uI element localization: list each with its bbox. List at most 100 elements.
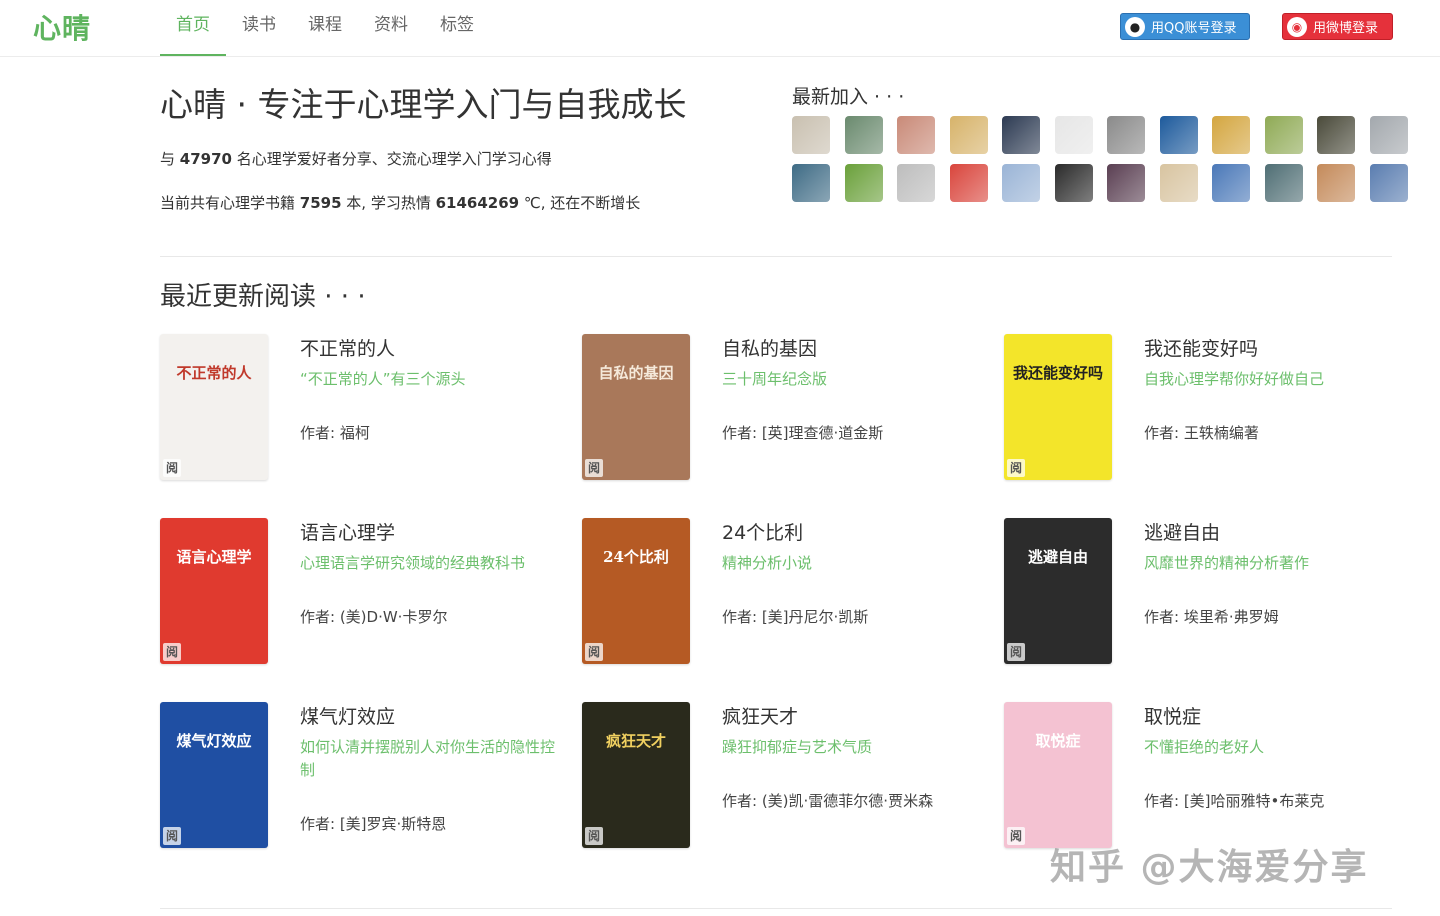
cover-title: 自私的基因 [598, 364, 674, 382]
member-avatar[interactable] [792, 116, 830, 154]
members-count: 47970 [179, 150, 232, 168]
cover-title: 我还能变好吗 [1012, 364, 1103, 382]
read-tag: 阅 [163, 827, 181, 845]
member-avatar[interactable] [1212, 164, 1250, 202]
divider [160, 256, 1392, 257]
recent-members-title: 最新加入 · · · [792, 86, 905, 108]
book-cover[interactable]: 24个比利阅 [582, 518, 690, 664]
book-cover[interactable]: 逃避自由阅 [1004, 518, 1112, 664]
book-card: 自私的基因阅自私的基因 三十周年纪念版 作者: [英]理查德·道金斯 [582, 334, 982, 494]
read-tag: 阅 [585, 643, 603, 661]
book-subtitle: 三十周年纪念版 [722, 370, 828, 388]
member-avatar[interactable] [897, 164, 935, 202]
member-avatar[interactable] [1369, 164, 1408, 202]
book-title[interactable]: 语言心理学 [300, 518, 395, 545]
book-subtitle: 风靡世界的精神分析著作 [1144, 554, 1310, 572]
members-stat: 与 47970 名心理学爱好者分享、交流心理学入门学习心得 [160, 148, 552, 169]
weibo-login-button[interactable]: ◉ 用微博登录 [1282, 13, 1393, 40]
book-subtitle: 不懂拒绝的老好人 [1144, 738, 1265, 756]
member-avatar[interactable] [792, 164, 830, 202]
book-title[interactable]: 取悦症 [1144, 702, 1201, 729]
site-logo[interactable]: 心晴 [33, 7, 91, 47]
book-card: 语言心理学阅语言心理学 心理语言学研究领域的经典教科书 作者: (美)D·W·卡罗尔 [160, 518, 560, 678]
watermark: 知乎 @大海爱分享 [1050, 847, 1369, 888]
cover-title: 煤气灯效应 [176, 732, 252, 750]
book-title[interactable]: 疯狂天才 [722, 702, 798, 729]
book-title[interactable]: 逃避自由 [1144, 518, 1220, 545]
member-avatar[interactable] [1054, 116, 1093, 154]
book-subtitle: “不正常的人”有三个源头 [300, 370, 466, 388]
member-avatar[interactable] [1317, 164, 1355, 202]
book-card: 逃避自由阅逃避自由 风靡世界的精神分析著作 作者: 埃里希·弗罗姆 [1004, 518, 1404, 678]
weibo-eye-icon: ◉ [1287, 16, 1307, 37]
member-avatar[interactable] [1002, 164, 1040, 202]
nav-courses[interactable]: 课程 [292, 0, 358, 54]
member-avatar[interactable] [897, 116, 935, 154]
nav-reading[interactable]: 读书 [226, 0, 292, 54]
book-cover[interactable]: 不正常的人阅 [160, 334, 268, 480]
books-mid: 本, 学习热情 [341, 194, 436, 212]
nav-tags[interactable]: 标签 [424, 0, 490, 54]
member-avatar[interactable] [1159, 164, 1198, 202]
book-author: 作者: [英]理查德·道金斯 [722, 424, 884, 442]
book-title[interactable]: 24个比利 [722, 518, 803, 545]
cover-title: 语言心理学 [176, 548, 252, 566]
page-title: 心晴 · 专注于心理学入门与自我成长 [160, 85, 687, 124]
book-cover[interactable]: 煤气灯效应阅 [160, 702, 268, 848]
member-avatar[interactable] [1107, 116, 1145, 154]
book-subtitle: 精神分析小说 [722, 554, 813, 572]
read-tag: 阅 [1007, 459, 1025, 477]
cover-title: 24个比利 [603, 548, 669, 566]
member-avatar[interactable] [1159, 116, 1198, 154]
book-cover[interactable]: 取悦症阅 [1004, 702, 1112, 848]
books-prefix: 当前共有心理学书籍 [160, 194, 300, 212]
members-prefix: 与 [160, 150, 180, 168]
read-tag: 阅 [163, 643, 181, 661]
book-author: 作者: 福柯 [300, 424, 370, 442]
member-avatar[interactable] [1002, 116, 1040, 154]
books-count: 7595 [299, 194, 342, 212]
member-avatar[interactable] [1054, 164, 1093, 202]
book-card: 24个比利阅 24个比利 精神分析小说 作者: [美]丹尼尔·凯斯 [582, 518, 982, 678]
book-title[interactable]: 我还能变好吗 [1144, 334, 1258, 361]
cover-title: 取悦症 [1035, 732, 1081, 750]
cover-title: 疯狂天才 [605, 732, 666, 750]
book-author: 作者: 王轶楠编著 [1144, 424, 1259, 442]
book-subtitle: 躁狂抑郁症与艺术气质 [722, 738, 873, 756]
book-author: 作者: (美)D·W·卡罗尔 [300, 608, 448, 626]
member-avatar[interactable] [1264, 116, 1303, 154]
member-avatar[interactable] [1264, 164, 1303, 202]
main-nav: 首页 读书 课程 资料 标签 [160, 0, 490, 56]
book-cover[interactable]: 自私的基因阅 [582, 334, 690, 480]
member-avatar[interactable] [949, 164, 988, 202]
read-tag: 阅 [585, 827, 603, 845]
member-avatar[interactable] [1369, 116, 1408, 154]
book-title[interactable]: 煤气灯效应 [300, 702, 395, 729]
penguin-icon: ● [1125, 16, 1145, 37]
cover-title: 逃避自由 [1027, 548, 1088, 566]
book-card: 我还能变好吗阅我还能变好吗 自我心理学帮你好好做自己 作者: 王轶楠编著 [1004, 334, 1404, 494]
book-title[interactable]: 不正常的人 [300, 334, 395, 361]
book-subtitle: 自我心理学帮你好好做自己 [1144, 370, 1325, 388]
member-avatar[interactable] [1317, 116, 1355, 154]
nav-materials[interactable]: 资料 [358, 0, 424, 54]
book-subtitle: 心理语言学研究领域的经典教科书 [300, 554, 526, 572]
books-suffix: ℃, 还在不断增长 [519, 194, 641, 212]
book-cover[interactable]: 疯狂天才阅 [582, 702, 690, 848]
book-cover[interactable]: 我还能变好吗阅 [1004, 334, 1112, 480]
qq-login-button[interactable]: ● 用QQ账号登录 [1120, 13, 1250, 40]
nav-home[interactable]: 首页 [160, 0, 226, 56]
divider [160, 908, 1392, 909]
recent-members-grid [792, 116, 1412, 202]
member-avatar[interactable] [1212, 116, 1250, 154]
book-cover[interactable]: 语言心理学阅 [160, 518, 268, 664]
book-subtitle: 如何认清并摆脱别人对你生活的隐性控制 [300, 738, 556, 779]
book-title[interactable]: 自私的基因 [722, 334, 817, 361]
member-avatar[interactable] [844, 116, 883, 154]
heat-count: 61464269 [435, 194, 520, 212]
book-author: 作者: [美]丹尼尔·凯斯 [722, 608, 869, 626]
member-avatar[interactable] [1107, 164, 1145, 202]
members-suffix: 名心理学爱好者分享、交流心理学入门学习心得 [231, 150, 552, 168]
member-avatar[interactable] [949, 116, 988, 154]
member-avatar[interactable] [844, 164, 883, 202]
